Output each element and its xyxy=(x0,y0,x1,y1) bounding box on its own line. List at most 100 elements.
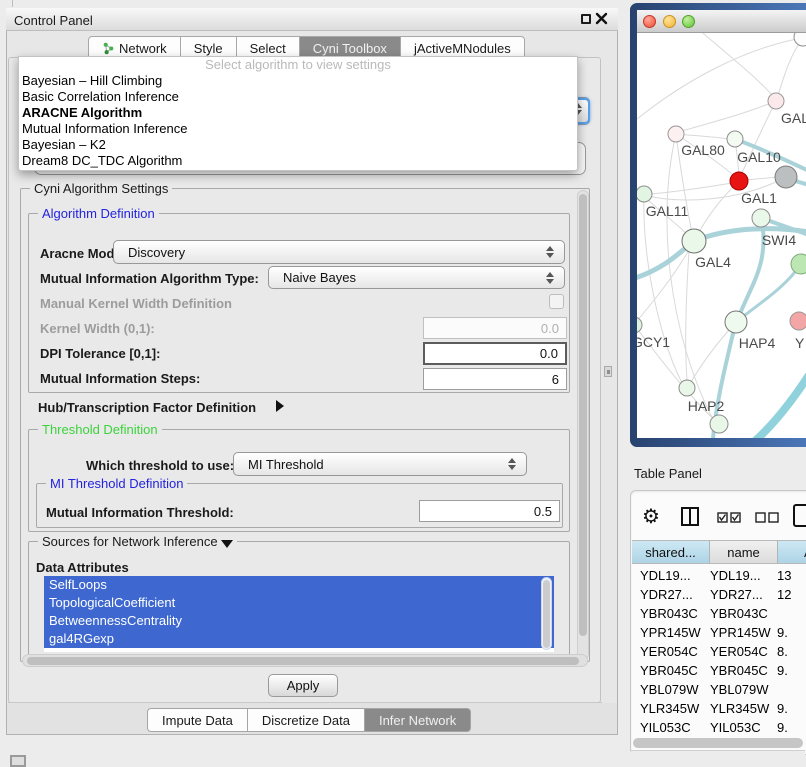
node-hap4[interactable] xyxy=(725,311,747,333)
table-cell: YBR043C xyxy=(710,606,777,621)
table-cell: YIL053C xyxy=(710,720,777,733)
table-cell: YER054C xyxy=(632,644,710,659)
zoom-traffic-light-icon[interactable] xyxy=(682,15,695,28)
table-row[interactable]: YDL19...YDL19...13 xyxy=(632,566,806,585)
table-cell: YBR043C xyxy=(632,606,710,621)
algorithm-option-mutual-information-inference[interactable]: Mutual Information Inference xyxy=(19,121,577,137)
control-panel-titlebar[interactable] xyxy=(6,8,618,31)
table-row[interactable]: YBL079WYBL079W xyxy=(632,680,806,699)
node[interactable] xyxy=(794,33,806,46)
table-cell: 12 xyxy=(777,587,805,602)
minimize-traffic-light-icon[interactable] xyxy=(663,15,676,28)
table-cell: 9. xyxy=(777,720,805,733)
which-threshold-combobox[interactable]: MI Threshold xyxy=(233,452,527,476)
algorithm-option-aracne-algorithm[interactable]: ARACNE Algorithm xyxy=(19,105,577,121)
close-icon[interactable] xyxy=(595,12,608,25)
table-row[interactable]: YER054CYER054C8. xyxy=(632,642,806,661)
node-label-swi4: SWI4 xyxy=(762,232,796,248)
node-gcy1[interactable] xyxy=(637,317,642,333)
node-gal[interactable] xyxy=(768,93,784,109)
table-row[interactable]: YLR345WYLR345W9. xyxy=(632,699,806,718)
table-cell: 9. xyxy=(777,663,805,678)
column-header-a[interactable]: A xyxy=(778,540,806,564)
settings-vscrollbar[interactable] xyxy=(577,190,589,660)
node[interactable] xyxy=(775,166,797,188)
node-hap2[interactable] xyxy=(679,380,695,396)
mi-type-combobox[interactable]: Naive Bayes xyxy=(268,266,565,289)
tab-label: Network xyxy=(119,41,167,56)
node-swi4[interactable] xyxy=(752,209,770,227)
attribute-item-topologicalcoefficient[interactable]: TopologicalCoefficient xyxy=(44,594,554,612)
algorithm-option-bayesian-hill-climbing[interactable]: Bayesian – Hill Climbing xyxy=(19,73,577,89)
node-gal10[interactable] xyxy=(727,131,743,147)
node-y[interactable] xyxy=(790,312,806,330)
bottom-tab-discretize-data[interactable]: Discretize Data xyxy=(248,708,365,732)
node-label-gcy1: GCY1 xyxy=(637,334,670,350)
float-window-icon[interactable] xyxy=(581,14,591,24)
which-threshold-value: MI Threshold xyxy=(234,457,502,472)
table-row[interactable]: YBR045CYBR045C9. xyxy=(632,661,806,680)
table-row[interactable]: YPR145WYPR145W9. xyxy=(632,623,806,642)
manual-kernel-checkbox[interactable] xyxy=(549,294,564,309)
attribute-item-gal4rgexp[interactable]: gal4RGexp xyxy=(44,630,554,648)
table-row[interactable]: YBR043CYBR043C xyxy=(632,604,806,623)
table-cell: YBR045C xyxy=(632,663,710,678)
table-panel-footer xyxy=(631,750,805,761)
column-header-name[interactable]: name xyxy=(710,540,778,564)
panel-mode-icon[interactable] xyxy=(793,504,806,528)
bottom-tab-infer-network[interactable]: Infer Network xyxy=(365,708,471,732)
panel-divider-grip[interactable] xyxy=(604,366,612,377)
node-gal1[interactable] xyxy=(730,172,748,190)
table-row[interactable]: YDR27...YDR27...12 xyxy=(632,585,806,604)
node-label-gal11: GAL11 xyxy=(646,203,689,219)
settings-vscroll-thumb[interactable] xyxy=(579,194,587,636)
apply-button[interactable]: Apply xyxy=(268,674,338,697)
close-traffic-light-icon[interactable] xyxy=(643,15,656,28)
table-cell: YLR345W xyxy=(710,701,777,716)
tab-label: Style xyxy=(194,41,223,56)
node-gal4[interactable] xyxy=(682,229,706,253)
algorithm-option-basic-correlation-inference[interactable]: Basic Correlation Inference xyxy=(19,89,577,105)
node-gal11[interactable] xyxy=(637,186,652,202)
table-hscroll-thumb[interactable] xyxy=(633,738,803,748)
attributes-vscroll-thumb[interactable] xyxy=(543,580,550,648)
node[interactable] xyxy=(710,415,728,433)
algorithm-option-bayesian-k2[interactable]: Bayesian – K2 xyxy=(19,137,577,153)
table-cell: 9. xyxy=(777,701,805,716)
kernel-width-field[interactable]: 0.0 xyxy=(423,317,567,339)
node-label-gal80: GAL80 xyxy=(681,142,725,158)
table-header: shared...nameA xyxy=(632,540,806,564)
attributes-vscrollbar[interactable] xyxy=(541,577,552,650)
gear-icon[interactable]: ⚙ xyxy=(642,504,660,529)
table-cell: YER054C xyxy=(710,644,777,659)
settings-hscroll-thumb[interactable] xyxy=(27,657,579,665)
settings-hscrollbar[interactable] xyxy=(22,654,588,667)
mi-threshold-field[interactable]: 0.5 xyxy=(419,500,560,522)
table-cell: YDR27... xyxy=(710,587,777,602)
node-gal80[interactable] xyxy=(668,126,684,142)
spin-down-icon xyxy=(508,465,516,470)
algorithm-definition-title: Algorithm Definition xyxy=(38,206,159,221)
attribute-item-betweennesscentrality[interactable]: BetweennessCentrality xyxy=(44,612,554,630)
split-columns-icon[interactable] xyxy=(681,507,699,526)
dpi-tolerance-field[interactable]: 0.0 xyxy=(423,342,567,365)
spin-down-icon xyxy=(546,279,554,284)
column-header-shared[interactable]: shared... xyxy=(632,540,710,564)
mi-steps-field[interactable]: 6 xyxy=(423,368,567,390)
deselect-all-checkboxes-icon[interactable] xyxy=(755,512,779,523)
attribute-item-selfloops[interactable]: SelfLoops xyxy=(44,576,554,594)
aracne-mode-combobox[interactable]: Discovery xyxy=(113,240,565,264)
select-all-checkboxes-icon[interactable] xyxy=(717,512,741,523)
table-row[interactable]: YIL053CYIL053C9. xyxy=(632,718,806,733)
bottom-corner-icon[interactable] xyxy=(10,755,26,767)
control-panel-title: Control Panel xyxy=(14,13,93,28)
bottom-tab-impute-data[interactable]: Impute Data xyxy=(147,708,248,732)
table-cell: YDL19... xyxy=(632,568,710,583)
algorithm-option-dream8-dc-tdc-algorithm[interactable]: Dream8 DC_TDC Algorithm xyxy=(19,153,577,169)
expand-right-icon[interactable] xyxy=(276,400,284,412)
collapse-down-icon[interactable] xyxy=(221,540,233,548)
kernel-width-label: Kernel Width (0,1): xyxy=(40,321,155,336)
node[interactable] xyxy=(791,254,806,274)
data-attributes-list[interactable]: SelfLoopsTopologicalCoefficientBetweenne… xyxy=(44,576,554,652)
network-canvas[interactable]: GALGAL80GAL10GAL1GAL11SWI4GAL4GCY1HAP4YH… xyxy=(637,33,806,438)
